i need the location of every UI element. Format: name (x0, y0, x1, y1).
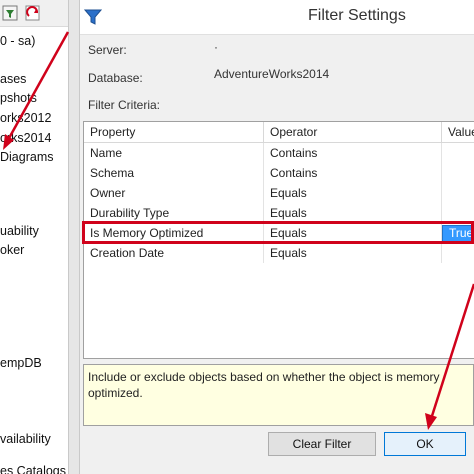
annotation-arrow-to-toolbar (3, 31, 70, 150)
annotation-arrow-to-ok (425, 283, 474, 430)
annotation-arrows (3, 31, 474, 430)
